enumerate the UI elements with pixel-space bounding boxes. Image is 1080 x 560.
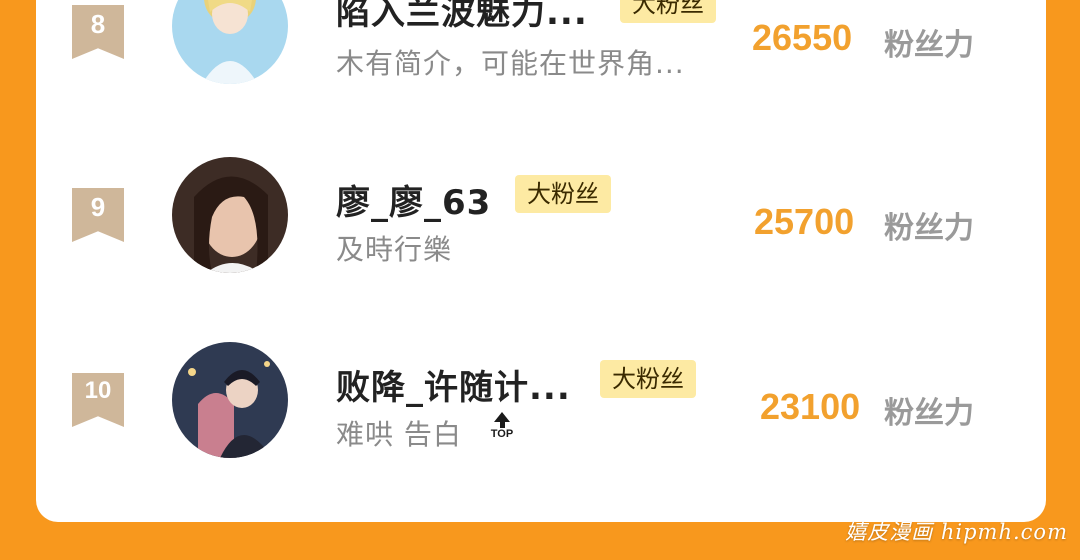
fan-power-label: 粉丝力 xyxy=(884,396,974,431)
rank-number: 9 xyxy=(90,192,106,222)
list-item[interactable]: 9 廖_廖_63 大粉丝 及時行樂 25700 粉丝力 xyxy=(0,155,1080,285)
user-bio: 难哄 告白 xyxy=(336,418,462,451)
rank-badge: 8 xyxy=(72,5,124,59)
avatar[interactable] xyxy=(172,0,288,84)
top-icon-label: TOP xyxy=(490,428,514,440)
fan-power-label: 粉丝力 xyxy=(884,211,974,246)
fan-power-label: 粉丝力 xyxy=(884,28,974,63)
rank-badge: 10 xyxy=(72,373,124,427)
rank-number: 10 xyxy=(84,377,112,404)
user-name[interactable]: 廖_廖_63 xyxy=(336,175,491,224)
top-icon: TOP xyxy=(488,412,516,444)
user-name[interactable]: 陷入兰波魅力... xyxy=(336,0,588,34)
list-item[interactable]: 10 败降_许随计... 大粉丝 难哄 告白 TOP 23100 粉丝力 xyxy=(0,340,1080,470)
rank-number: 8 xyxy=(90,9,106,39)
fan-power-score: 25700 xyxy=(754,201,855,242)
rank-badge: 9 xyxy=(72,188,124,242)
watermark: 嬉皮漫画 hipmh.com xyxy=(845,520,1068,544)
fan-power-score: 26550 xyxy=(752,17,853,58)
fan-power-score: 23100 xyxy=(760,386,861,427)
avatar[interactable] xyxy=(172,342,288,458)
user-bio: 及時行樂 xyxy=(336,233,453,266)
avatar[interactable] xyxy=(172,157,288,273)
user-name[interactable]: 败降_许随计... xyxy=(336,360,571,409)
big-fan-tag: 大粉丝 xyxy=(620,0,716,23)
big-fan-tag: 大粉丝 xyxy=(515,175,611,213)
list-item[interactable]: 8 陷入兰波魅力... 大粉丝 木有简介，可能在世界角... 26550 粉丝力 xyxy=(0,0,1080,95)
user-bio: 木有简介，可能在世界角... xyxy=(336,47,685,80)
big-fan-tag: 大粉丝 xyxy=(600,360,696,398)
